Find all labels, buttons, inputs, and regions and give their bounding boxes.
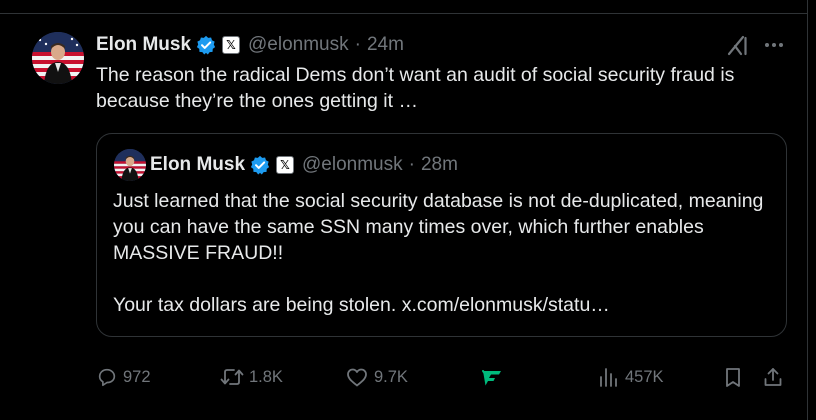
quoted-tweet-header: Elon Musk 𝕏 @elonmusk · 28m — [150, 151, 458, 179]
tweet-text: The reason the radical Dems don’t want a… — [96, 64, 735, 112]
separator-dot: · — [354, 34, 361, 55]
reply-button[interactable]: 972 — [96, 364, 151, 390]
repost-count: 1.8K — [249, 367, 283, 386]
quoted-paragraph-2: Your tax dollars are being stolen. x.com… — [113, 294, 610, 316]
tweet-timestamp[interactable]: 24m — [367, 34, 404, 56]
reply-count: 972 — [123, 367, 151, 386]
quoted-paragraph-1: Just learned that the social security da… — [113, 190, 764, 264]
author-name[interactable]: Elon Musk — [96, 34, 191, 56]
grok-icon[interactable] — [726, 33, 750, 57]
quoted-avatar — [114, 149, 146, 181]
quoted-author-handle: @elonmusk — [302, 154, 403, 175]
bookmark-button[interactable] — [722, 364, 744, 390]
share-icon — [764, 368, 782, 386]
quoted-verified-badge-icon — [250, 155, 270, 175]
more-icon[interactable] — [762, 33, 786, 57]
quoted-tweet-text: Just learned that the social security da… — [113, 188, 773, 318]
views-count: 457K — [625, 367, 664, 386]
author-handle[interactable]: @elonmusk — [248, 34, 349, 56]
quoted-timestamp: 28m — [420, 154, 458, 175]
bookmark-icon — [726, 368, 740, 387]
like-button[interactable]: 9.7K — [345, 364, 408, 390]
affiliate-badge-label: 𝕏 — [226, 38, 236, 52]
tweet-header: Elon Musk 𝕏 @elonmusk · 24m — [96, 30, 404, 60]
quoted-author-name: Elon Musk — [150, 154, 246, 175]
grok-action-button[interactable] — [480, 364, 504, 390]
heart-icon — [347, 368, 367, 387]
affiliate-x-badge-icon[interactable]: 𝕏 — [222, 36, 241, 54]
views-icon — [600, 368, 617, 387]
verified-badge-icon[interactable] — [196, 35, 216, 55]
reply-icon — [98, 368, 116, 387]
quoted-affiliate-x-badge-icon: 𝕏 — [276, 156, 295, 174]
previous-tweet-divider — [0, 0, 808, 14]
repost-button[interactable]: 1.8K — [220, 364, 283, 390]
views-button[interactable]: 457K — [598, 364, 664, 390]
quoted-separator-dot: · — [408, 154, 415, 175]
grok-action-icon — [482, 370, 501, 386]
like-count: 9.7K — [374, 367, 408, 386]
quoted-affiliate-badge-label: 𝕏 — [280, 158, 290, 172]
share-button[interactable] — [762, 364, 784, 390]
avatar[interactable] — [32, 32, 84, 84]
repost-icon — [220, 369, 244, 385]
